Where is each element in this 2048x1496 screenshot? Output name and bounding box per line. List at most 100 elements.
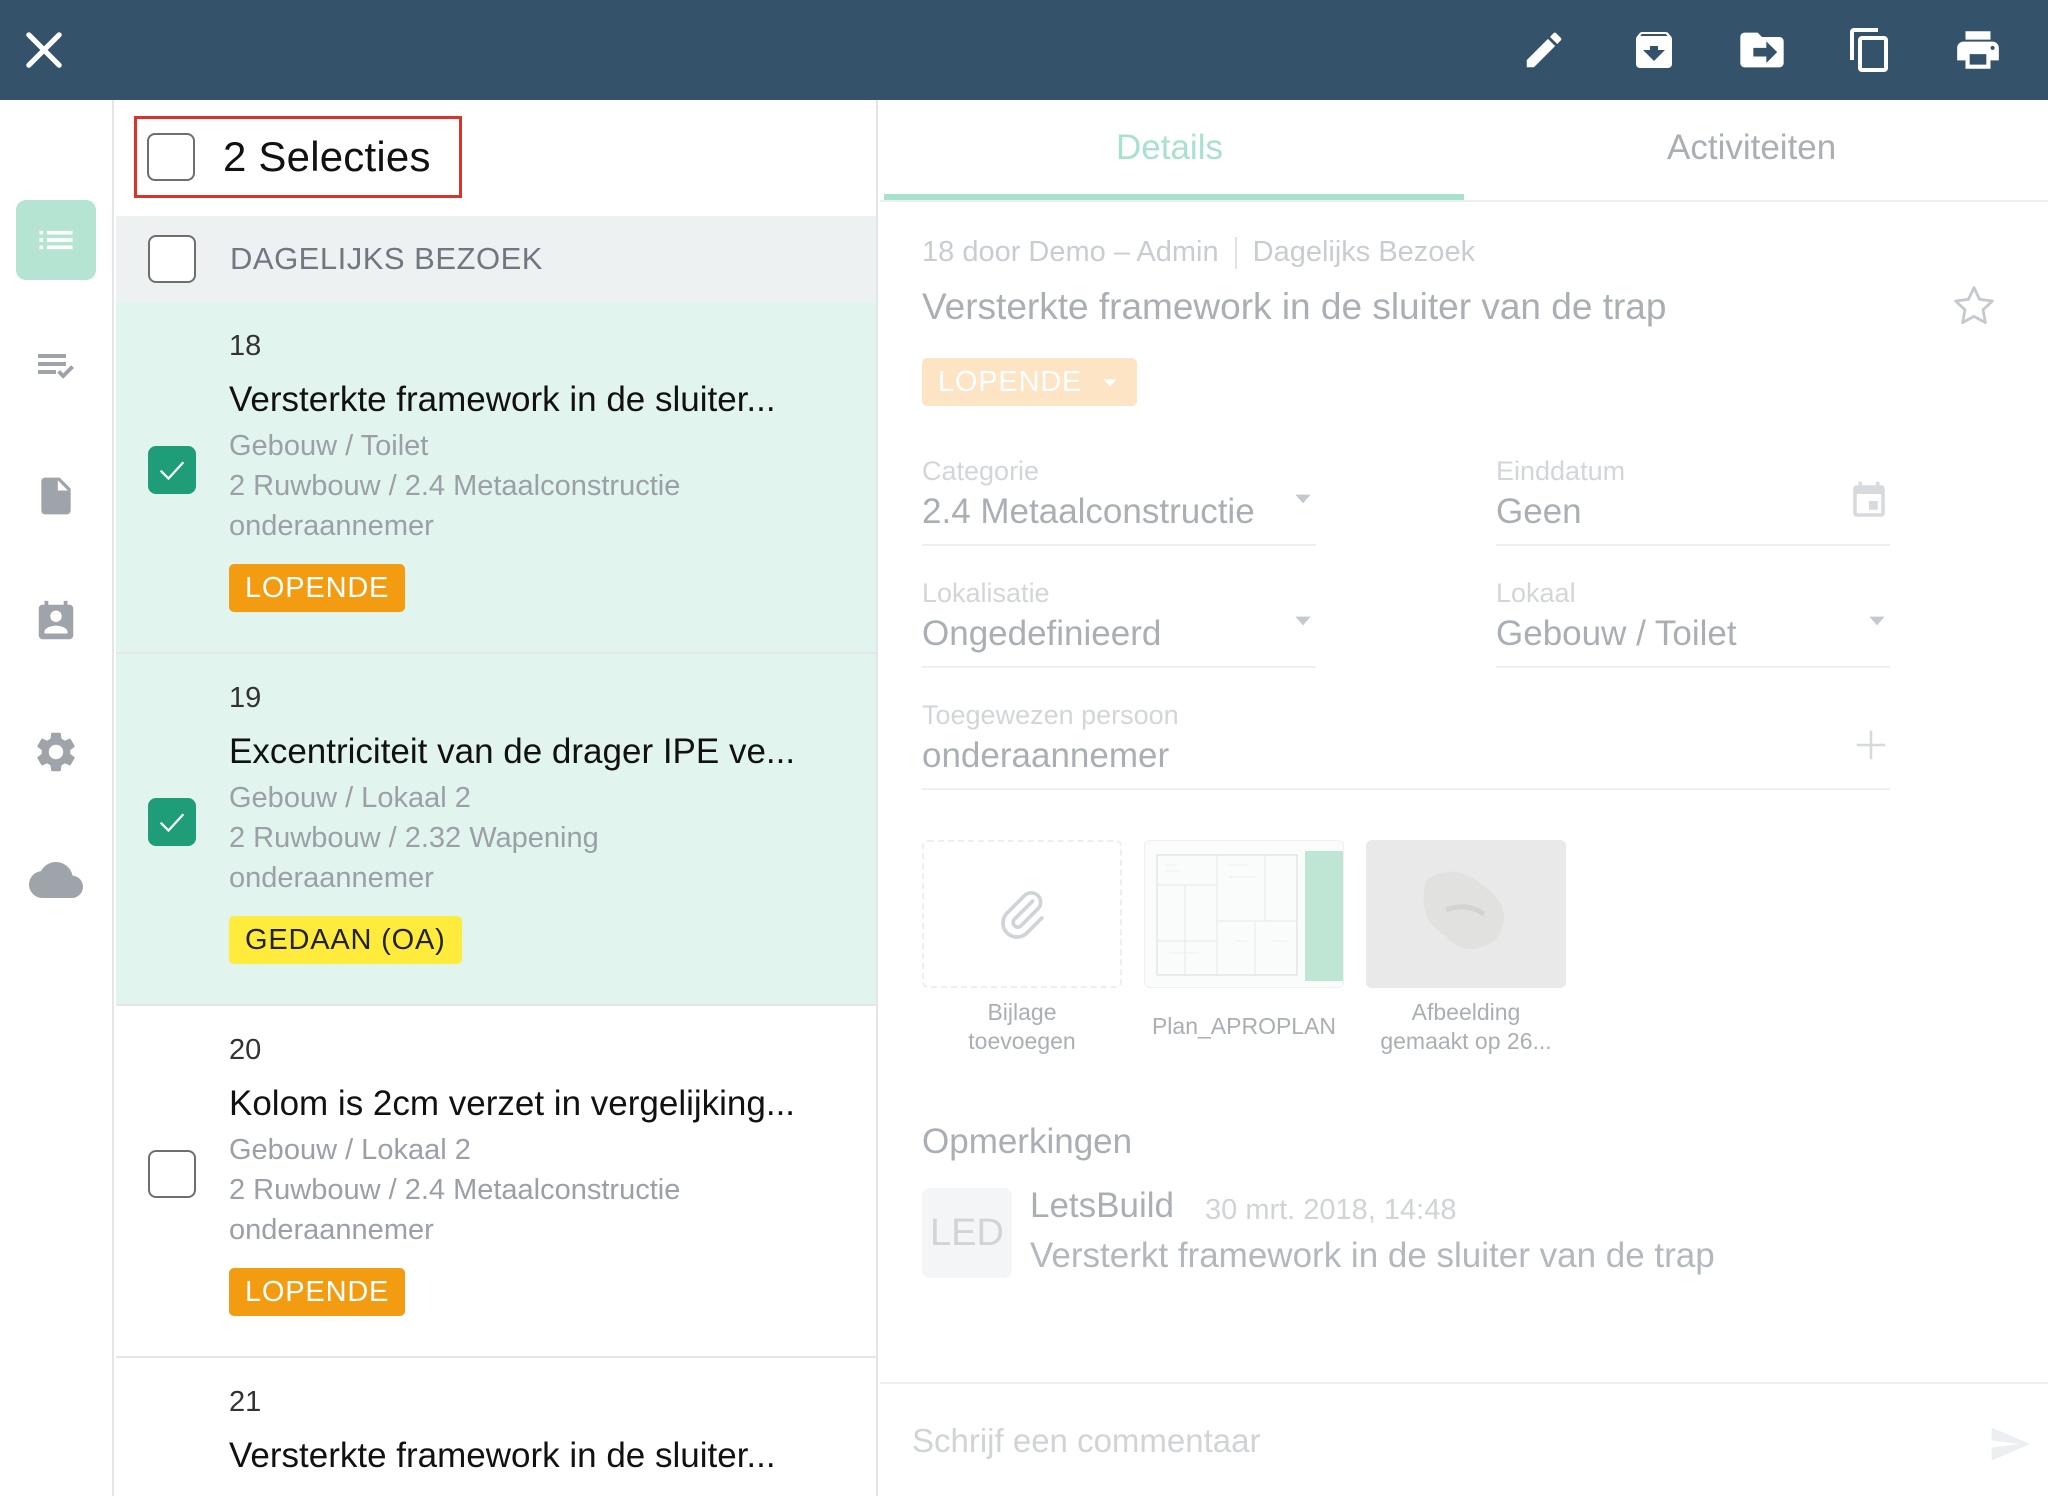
dropdown-arrow-icon (1295, 494, 1311, 504)
status-badge: LOPENDE (229, 1268, 406, 1316)
edit-button[interactable] (1516, 22, 1572, 78)
status-badge: GEDAAN (OA) (229, 916, 462, 964)
assignee-field[interactable]: Toegewezen persoon onderaannemer (922, 700, 1890, 790)
item-checkbox[interactable] (148, 798, 196, 846)
item-assignee: onderaannemer (229, 510, 434, 542)
crumb-group: Dagelijks Bezoek (1252, 236, 1476, 268)
close-icon (26, 32, 62, 68)
item-location: Gebouw / Lokaal 2 (229, 782, 471, 814)
list-icon (39, 230, 73, 250)
room-field[interactable]: Lokaal Gebouw / Toilet (1496, 578, 1890, 668)
nav-checklist[interactable] (16, 326, 96, 406)
move-icon (1740, 32, 1784, 68)
detail-panel: Details Activiteiten 18 door Demo – Admi… (880, 100, 2048, 1496)
image-label: Afbeelding gemaakt op 26... (1380, 999, 1552, 1054)
item-category: 2 Ruwbouw / 2.32 Wapening (229, 822, 599, 854)
edit-icon (1526, 32, 1562, 68)
tab-details[interactable]: Details (1116, 128, 1223, 168)
room-label: Lokaal (1496, 578, 1576, 608)
tab-indicator (884, 194, 1464, 200)
print-icon (1957, 31, 1999, 69)
archive-icon (1636, 32, 1672, 68)
calendar-icon (1853, 481, 1885, 517)
star-icon (1954, 286, 1994, 324)
top-bar (0, 0, 2048, 100)
enddate-value: Geen (1496, 492, 1582, 531)
nav-list[interactable] (16, 200, 96, 280)
item-checkbox[interactable] (148, 1150, 196, 1198)
nav-documents[interactable] (16, 456, 96, 536)
archive-button[interactable] (1626, 22, 1682, 78)
plan-label: Plan_APROPLAN (1151, 1013, 1337, 1039)
group-checkbox[interactable] (148, 235, 196, 283)
plan-thumbnail[interactable] (1144, 840, 1344, 988)
check-icon (159, 461, 185, 481)
dropdown-arrow-icon (1869, 616, 1885, 626)
group-header: DAGELIJKS BEZOEK (116, 216, 876, 302)
item-location: Gebouw / Toilet (229, 430, 429, 462)
breadcrumb: 18 door Demo – Admin Dagelijks Bezoek (922, 236, 1476, 270)
floor-plan-icon (1156, 851, 1343, 981)
comment-input[interactable] (912, 1416, 1952, 1466)
assignee-label: Toegewezen persoon (922, 700, 1179, 730)
comment-text: Versterkt framework in de sluiter van de… (1030, 1236, 1715, 1275)
comment-date: 30 mrt. 2018, 14:48 (1205, 1194, 1457, 1226)
copy-icon (1850, 28, 1888, 72)
localisation-field[interactable]: Lokalisatie Ongedefinieerd (922, 578, 1316, 668)
category-field[interactable]: Categorie 2.4 Metaalconstructie (922, 456, 1316, 546)
status-badge: LOPENDE (229, 564, 406, 612)
enddate-field[interactable]: Einddatum Geen (1496, 456, 1890, 546)
group-title: DAGELIJKS BEZOEK (230, 241, 543, 276)
item-checkbox[interactable] (148, 446, 196, 494)
send-button[interactable] (1988, 1422, 2032, 1471)
favorite-button[interactable] (1950, 282, 1998, 335)
document-icon (41, 477, 71, 515)
image-thumbnail[interactable] (1366, 840, 1566, 988)
close-button[interactable] (18, 24, 70, 76)
room-value: Gebouw / Toilet (1496, 614, 1737, 653)
item-assignee: onderaannemer (229, 862, 434, 894)
status-dropdown[interactable]: LOPENDE (922, 358, 1138, 406)
item-category: 2 Ruwbouw / 2.4 Metaalconstructie (229, 1174, 681, 1206)
item-number: 19 (229, 682, 262, 714)
select-all-checkbox[interactable] (147, 133, 195, 181)
list-item[interactable]: 19 Excentriciteit van de drager IPE ve..… (116, 654, 876, 1006)
add-attachment-button[interactable] (922, 840, 1122, 988)
send-icon (1991, 1427, 2031, 1461)
move-button[interactable] (1734, 22, 1790, 78)
crumb-author: 18 door Demo – Admin (922, 236, 1219, 268)
item-number: 18 (229, 330, 262, 362)
detail-title: Versterkte framework in de sluiter van d… (922, 286, 1667, 327)
localisation-label: Lokalisatie (922, 578, 1050, 608)
add-attachment-label: Bijlage toevoegen (968, 999, 1076, 1054)
nav-contacts[interactable] (16, 582, 96, 662)
copy-button[interactable] (1842, 22, 1898, 78)
cloud-icon (29, 862, 83, 898)
item-category: 2 Ruwbouw / 2.4 Metaalconstructie (229, 470, 681, 502)
tab-activities[interactable]: Activiteiten (1667, 128, 1836, 168)
nav-cloud[interactable] (16, 840, 96, 920)
plus-icon (1856, 730, 1886, 760)
item-assignee: onderaannemer (229, 1214, 434, 1246)
dropdown-arrow-icon (1103, 379, 1117, 388)
item-number: 20 (229, 1034, 262, 1066)
enddate-label: Einddatum (1496, 456, 1626, 486)
print-button[interactable] (1950, 22, 2006, 78)
avatar: LED (922, 1188, 1012, 1278)
list-item[interactable]: 20 Kolom is 2cm verzet in vergelijking..… (116, 1006, 876, 1358)
check-icon (159, 813, 185, 833)
item-title: Excentriciteit van de drager IPE ve... (229, 732, 796, 771)
photo-icon (1366, 840, 1566, 988)
remarks-title: Opmerkingen (922, 1122, 1133, 1161)
contacts-icon (38, 600, 74, 640)
list-item[interactable]: 18 Versterkte framework in de sluiter...… (116, 302, 876, 654)
category-label: Categorie (922, 456, 1040, 486)
task-list: 2 Selecties DAGELIJKS BEZOEK 18 Versterk… (116, 100, 878, 1496)
item-title: Kolom is 2cm verzet in vergelijking... (229, 1084, 796, 1123)
comment-composer (880, 1382, 2048, 1496)
dropdown-arrow-icon (1295, 616, 1311, 626)
list-item[interactable]: 21 Versterkte framework in de sluiter... (116, 1358, 876, 1496)
nav-settings[interactable] (16, 712, 96, 792)
status-label: LOPENDE (938, 366, 1083, 398)
tab-bar: Details Activiteiten (880, 100, 2048, 202)
